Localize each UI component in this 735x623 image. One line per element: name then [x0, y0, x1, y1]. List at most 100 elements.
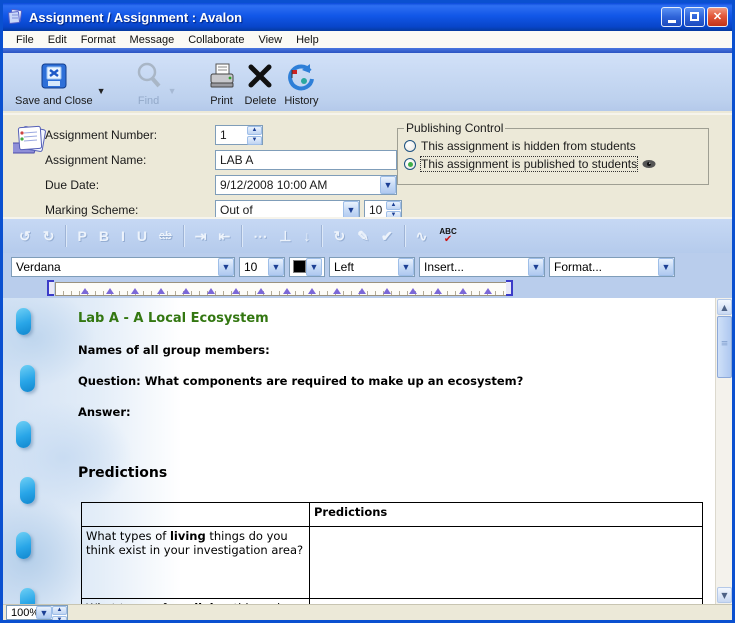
scrollbar-thumb[interactable] [717, 316, 732, 378]
spellcheck-icon[interactable]: ABC✔ [433, 228, 462, 244]
hidden-radio[interactable] [404, 140, 416, 152]
signature-icon[interactable]: ∿ [410, 228, 434, 245]
document-title: Lab A - A Local Ecosystem [78, 311, 708, 326]
stationery-bead [20, 477, 35, 504]
due-date-combobox[interactable]: 9/12/2008 10:00 AM ▼ [215, 175, 397, 195]
alignment-dropdown-icon[interactable]: ▼ [398, 258, 414, 276]
assignment-number-spinner[interactable]: 1 ▲▼ [215, 125, 263, 145]
revert-icon[interactable]: ↻ [327, 228, 351, 245]
eye-icon [642, 159, 656, 169]
paragraph-spacing-icon[interactable]: ⊥ [273, 228, 297, 245]
published-option-label: This assignment is published to students [421, 157, 637, 171]
history-button[interactable]: History [280, 57, 322, 109]
insert-combobox[interactable]: Insert... ▼ [419, 257, 545, 277]
statusbar: 100% ▼ ▲▼ [3, 604, 732, 620]
number-up-icon[interactable]: ▲ [247, 126, 262, 135]
zoom-dropdown-icon[interactable]: ▼ [36, 606, 52, 619]
number-down-icon[interactable]: ▼ [247, 136, 262, 145]
minimize-button[interactable] [661, 7, 682, 27]
font-family-value: Verdana [12, 260, 218, 274]
find-button[interactable]: Find [130, 57, 168, 109]
line-spacing-icon[interactable]: ⋯ [247, 228, 273, 245]
menu-edit[interactable]: Edit [41, 33, 74, 47]
assignment-form: Assignment Number: 1 ▲▼ Assignment Name:… [3, 113, 732, 217]
bold-icon[interactable]: B [93, 228, 115, 244]
predictions-heading: Predictions [78, 465, 708, 481]
underline-icon[interactable]: U [131, 228, 153, 244]
stationery-bead [20, 365, 35, 392]
format-combobox[interactable]: Format... ▼ [549, 257, 675, 277]
font-color-picker[interactable]: ▼ [289, 257, 325, 277]
tab-stop-marker [434, 288, 442, 294]
assignment-number-label: Assignment Number: [45, 128, 157, 142]
assignment-name-input[interactable]: LAB A [215, 150, 397, 170]
answer-cell[interactable] [310, 527, 703, 599]
menu-help[interactable]: Help [289, 33, 326, 47]
italic-icon[interactable]: I [115, 228, 131, 244]
save-dropdown-arrow[interactable]: ▼ [97, 86, 106, 96]
menu-file[interactable]: File [9, 33, 41, 47]
stationery-bead [16, 308, 31, 335]
document-editor[interactable]: Lab A - A Local Ecosystem Names of all g… [3, 298, 732, 604]
close-button[interactable]: ✕ [707, 7, 728, 27]
approve-check-icon[interactable]: ✔ [375, 228, 399, 245]
zoom-up-icon[interactable]: ▲ [52, 606, 67, 615]
indent-decrease-icon[interactable]: ⇤ [213, 228, 237, 245]
find-label: Find [138, 95, 159, 107]
font-size-combobox[interactable]: 10 ▼ [239, 257, 285, 277]
zoom-down-icon[interactable]: ▼ [52, 616, 67, 623]
assignment-window: Assignment / Assignment : Avalon ✕ File … [0, 0, 735, 623]
hidden-option-row[interactable]: This assignment is hidden from students [404, 137, 702, 155]
assignment-number-value: 1 [216, 128, 247, 142]
insert-dropdown-icon[interactable]: ▼ [528, 258, 544, 276]
tab-stop-marker [459, 288, 467, 294]
published-radio[interactable] [404, 158, 416, 170]
points-up-icon[interactable]: ▲ [386, 201, 401, 210]
tab-stop-marker [383, 288, 391, 294]
delete-button[interactable]: Delete [241, 57, 281, 109]
insert-value: Insert... [420, 260, 528, 274]
save-and-close-button[interactable]: Save and Close [11, 57, 97, 109]
ruler[interactable] [55, 282, 507, 296]
scroll-up-icon[interactable]: ▲ [717, 299, 732, 315]
print-button[interactable]: Print [203, 57, 241, 109]
font-size-dropdown-icon[interactable]: ▼ [268, 258, 284, 276]
maximize-button[interactable] [684, 7, 705, 27]
answer-line: Answer: [78, 405, 708, 419]
font-family-dropdown-icon[interactable]: ▼ [218, 258, 234, 276]
tab-stop-marker [308, 288, 316, 294]
zoom-control[interactable]: 100% ▼ ▲▼ [6, 605, 68, 620]
menu-message[interactable]: Message [123, 33, 182, 47]
toolbar-separator [183, 225, 184, 247]
tab-stop-marker [81, 288, 89, 294]
alignment-combobox[interactable]: Left ▼ [329, 257, 415, 277]
menu-view[interactable]: View [251, 33, 289, 47]
edit-pen-icon[interactable]: ✎ [351, 228, 375, 245]
redo-icon[interactable]: ↻ [37, 228, 61, 245]
toolbar-separator [65, 225, 66, 247]
indent-increase-icon[interactable]: ⇥ [189, 228, 213, 245]
publishing-control-group: Publishing Control This assignment is hi… [397, 121, 709, 185]
due-date-dropdown-icon[interactable]: ▼ [380, 176, 396, 194]
scroll-down-icon[interactable]: ▼ [717, 587, 732, 603]
left-margin-marker[interactable] [47, 280, 54, 296]
marking-scheme-label: Marking Scheme: [45, 203, 138, 217]
paragraph-icon[interactable]: P [71, 228, 92, 244]
find-dropdown-arrow[interactable]: ▼ [168, 86, 177, 96]
insert-below-icon[interactable]: ↓ [297, 228, 316, 244]
format-dropdown-icon[interactable]: ▼ [658, 258, 674, 276]
strikethrough-icon[interactable]: ab [153, 230, 178, 242]
font-color-dropdown-icon[interactable]: ▼ [306, 258, 322, 276]
menu-format[interactable]: Format [74, 33, 123, 47]
font-family-combobox[interactable]: Verdana ▼ [11, 257, 235, 277]
delete-icon [246, 62, 274, 90]
undo-icon[interactable]: ↺ [13, 228, 37, 245]
ruler-row [3, 280, 732, 298]
menu-collaborate[interactable]: Collaborate [181, 33, 251, 47]
tab-stop-marker [157, 288, 165, 294]
vertical-scrollbar[interactable]: ▲ ▼ [715, 298, 732, 604]
published-option-row[interactable]: This assignment is published to students [404, 155, 702, 173]
assignment-name-value: LAB A [216, 153, 396, 167]
stationery-bead [16, 421, 31, 448]
right-margin-marker[interactable] [506, 280, 513, 296]
